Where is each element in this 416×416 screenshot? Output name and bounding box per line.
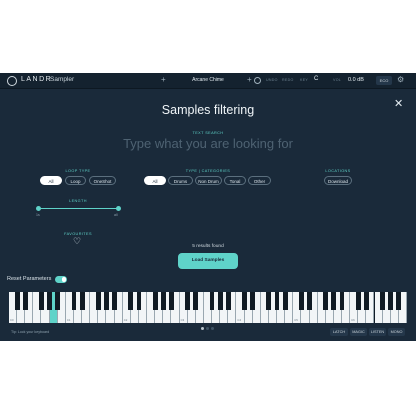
length-slider-fill xyxy=(38,208,118,209)
location-download[interactable]: Download xyxy=(324,176,352,185)
gear-icon[interactable]: ⚙ xyxy=(397,75,404,84)
piano-black-key[interactable] xyxy=(225,292,231,310)
redo-button[interactable]: REDO xyxy=(282,78,294,82)
piano-black-key[interactable] xyxy=(209,292,215,310)
piano-black-key[interactable] xyxy=(380,292,386,310)
key-label: KEY xyxy=(300,78,309,82)
keyboard-hint: Tip: Lock your keyboard xyxy=(11,330,50,334)
landr-logo-icon xyxy=(7,76,17,86)
type-drums[interactable]: Drums xyxy=(168,176,193,185)
octave-label: C6 xyxy=(351,318,355,322)
piano-black-key[interactable] xyxy=(388,292,394,310)
piano-black-key[interactable] xyxy=(104,292,109,310)
piano-black-key[interactable] xyxy=(339,292,345,310)
listen-button[interactable]: LISTEN xyxy=(369,328,386,336)
piano-black-key[interactable] xyxy=(266,292,272,310)
piano-black-key[interactable] xyxy=(47,292,53,310)
sampler-window: LANDR Sampler + Arcane Chime + UNDO REDO… xyxy=(0,73,416,341)
piano-black-key[interactable] xyxy=(128,292,134,310)
volume-value[interactable]: 0.0 dB xyxy=(348,77,364,83)
piano-black-key[interactable] xyxy=(363,292,369,310)
octave-label: C3 xyxy=(180,318,185,322)
length-min-label: 1s xyxy=(36,213,40,217)
piano-black-key[interactable] xyxy=(14,292,20,310)
octave-label: C2 xyxy=(123,318,128,322)
octave-label: C5 xyxy=(294,318,298,322)
piano-black-key[interactable] xyxy=(169,292,174,310)
piano-black-key[interactable] xyxy=(71,292,77,310)
piano-black-key[interactable] xyxy=(396,292,402,310)
piano-black-key[interactable] xyxy=(282,292,288,310)
preset-name[interactable]: Arcane Chime xyxy=(188,77,228,83)
piano-black-key[interactable] xyxy=(250,292,256,310)
octave-label: C1 xyxy=(66,318,71,322)
piano-black-key[interactable] xyxy=(95,292,101,310)
type-all[interactable]: All xyxy=(144,176,166,185)
loop-type-loop[interactable]: Loop xyxy=(65,176,86,185)
piano-black-key[interactable] xyxy=(298,292,304,310)
piano-black-key[interactable] xyxy=(22,292,28,310)
top-bar: LANDR Sampler + Arcane Chime + UNDO REDO… xyxy=(0,73,416,89)
octave-label: C4 xyxy=(237,318,241,322)
type-categories-label: TYPE | CATEGORIES xyxy=(185,169,231,173)
length-min-handle[interactable] xyxy=(35,205,41,211)
add-icon[interactable]: + xyxy=(247,75,252,84)
loop-type-all[interactable]: All xyxy=(40,176,62,185)
piano-black-key[interactable] xyxy=(152,292,158,310)
octave-label: C0 xyxy=(10,318,14,322)
length-max-handle[interactable] xyxy=(115,205,121,211)
loop-type-oneshot[interactable]: OneShot xyxy=(89,176,116,185)
mono-button[interactable]: MONO xyxy=(388,328,405,336)
latch-button[interactable]: LATCH xyxy=(330,328,348,336)
piano-keyboard[interactable]: C0 C1 C2 C3 C4 C5 C6 xyxy=(9,292,407,323)
add-preset-icon[interactable]: + xyxy=(161,75,166,84)
history-icon[interactable] xyxy=(254,76,261,84)
piano-black-key[interactable] xyxy=(242,292,247,310)
piano-black-key[interactable] xyxy=(331,292,337,310)
volume-label: VOL xyxy=(333,78,342,82)
search-input[interactable] xyxy=(100,135,316,151)
piano-black-key[interactable] xyxy=(307,292,312,310)
piano-black-key[interactable] xyxy=(217,292,223,310)
brand-name: LANDR xyxy=(21,76,53,83)
undo-button[interactable]: UNDO xyxy=(266,78,278,82)
piano-black-key[interactable] xyxy=(136,292,142,310)
load-samples-button[interactable]: Load Samples xyxy=(178,253,238,269)
piano-black-key[interactable] xyxy=(79,292,85,310)
app-name: Sampler xyxy=(50,76,75,83)
reset-parameters-label: Reset Parameters xyxy=(7,276,52,282)
type-tonal[interactable]: Tonal xyxy=(224,176,246,185)
close-icon[interactable]: ✕ xyxy=(394,97,403,110)
loop-type-label: LOOP TYPE xyxy=(65,169,91,173)
magic-button[interactable]: MAGIC xyxy=(350,328,367,336)
type-non-drum[interactable]: Non Drum xyxy=(195,176,222,185)
piano-black-key[interactable] xyxy=(112,292,117,310)
page-dot[interactable] xyxy=(201,327,204,330)
page-dot[interactable] xyxy=(211,327,214,330)
key-value[interactable]: C xyxy=(314,76,318,82)
eco-button[interactable]: ECO xyxy=(376,75,392,85)
page-dot[interactable] xyxy=(206,327,209,330)
type-other[interactable]: Other xyxy=(248,176,271,185)
piano-black-key[interactable] xyxy=(39,292,44,310)
results-count: 5 results found xyxy=(192,244,224,249)
length-max-label: all xyxy=(114,213,118,217)
reset-parameters-toggle[interactable] xyxy=(55,276,67,283)
length-label: LENGTH xyxy=(69,199,87,203)
piano-black-key[interactable] xyxy=(274,292,280,310)
piano-black-key[interactable] xyxy=(160,292,166,310)
piano-black-key[interactable] xyxy=(355,292,361,310)
piano-black-key[interactable] xyxy=(323,292,329,310)
piano-black-key[interactable] xyxy=(55,292,61,310)
locations-label: LOCATIONS xyxy=(325,169,351,173)
panel-title: Samples filtering xyxy=(161,103,255,117)
piano-black-key[interactable] xyxy=(193,292,199,310)
piano-black-key[interactable] xyxy=(185,292,191,310)
